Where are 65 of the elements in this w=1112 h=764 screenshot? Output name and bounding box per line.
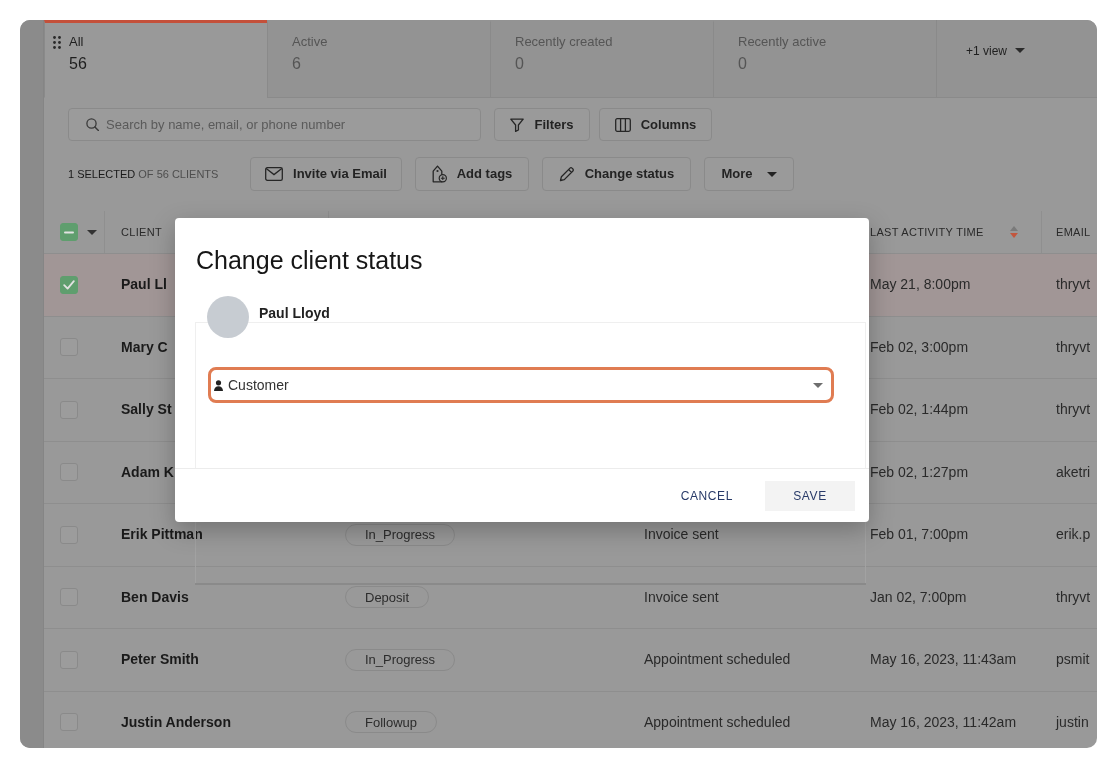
columns-icon [614,117,631,132]
table-row[interactable]: Peter Smith In_Progress Appointment scheduled May 16, 2023, 11:43am psmit [44,628,1097,691]
checkmark-icon [63,279,75,290]
table-cell-text: psmit [1056,650,1090,670]
selection-summary: 1 SELECTED OF 56 CLIENTS [68,166,220,182]
table-cell-text: Feb 02, 1:27pm [870,462,969,482]
change-status-button[interactable]: Change status [542,157,691,191]
table-cell-text: erik.p [1056,525,1091,545]
sort-icon[interactable] [1010,226,1018,238]
client-name[interactable]: Ben Davis [121,586,189,608]
column-header[interactable]: EMAIL [1056,223,1091,241]
client-name: Paul Lloyd [259,305,330,321]
columns-button[interactable]: Columns [599,108,712,141]
status-select[interactable]: Customer [208,367,834,403]
tag-plus-icon [431,165,447,183]
table-cell-text: Invoice sent [644,525,719,545]
caret-icon [766,171,777,177]
invite-email-button[interactable]: Invite via Email [250,157,402,191]
table-cell-text: May 16, 2023, 11:42am [870,712,1017,732]
client-name[interactable]: Adam K [121,461,174,483]
table-cell-text: Appointment scheduled [644,650,791,670]
table-cell-text: Feb 02, 1:44pm [870,400,969,420]
view-tab[interactable]: All 56 [44,20,267,98]
table-cell-text: Feb 01, 7:00pm [870,525,969,545]
more-button[interactable]: More [704,157,794,191]
funnel-icon [510,117,525,132]
table-cell-text: thryvt [1056,337,1091,357]
column-header[interactable]: LAST ACTIVITY TIME [870,223,984,241]
client-name[interactable]: Peter Smith [121,649,199,671]
dialog-title: Change client status [196,245,423,275]
person-icon [214,379,223,391]
caret-icon [1015,48,1026,53]
filters-button[interactable]: Filters [494,108,590,141]
client-name[interactable]: Paul Ll [121,274,167,296]
search-icon [86,118,99,131]
caret-icon[interactable] [87,229,97,235]
column-header[interactable]: CLIENT [121,223,162,241]
table-cell-text: Jan 02, 7:00pm [870,587,967,607]
table-cell-text: thryvt [1056,275,1091,295]
table-cell-text: May 21, 8:00pm [870,275,971,295]
client-name[interactable]: Justin Anderson [121,711,231,733]
row-checkbox[interactable] [60,275,78,294]
more-views-tab[interactable]: +1 view [936,20,1097,98]
search-field[interactable]: Search by name, email, or phone number [68,108,481,141]
table-cell-text: thryvt [1056,587,1091,607]
table-cell-text: justin [1056,712,1089,732]
table-row[interactable]: Justin Anderson Followup Appointment scheduled May 16, 2023, 11:42am justin [44,690,1097,748]
drag-handle-icon[interactable] [53,36,61,49]
table-cell-text: Feb 02, 3:00pm [870,337,969,357]
envelope-icon [265,167,284,181]
table-cell-text: Invoice sent [644,587,719,607]
avatar-placeholder [207,296,249,338]
pencil-icon [558,166,575,182]
add-tags-button[interactable]: Add tags [415,157,529,191]
table-cell-text: Appointment scheduled [644,712,791,732]
client-name[interactable]: Sally St [121,399,172,421]
client-name[interactable]: Mary C [121,336,168,358]
table-cell-text: aketri [1056,462,1091,482]
caret-icon [813,382,823,388]
select-all-checkbox[interactable] [60,223,78,241]
client-name[interactable]: Erik Pittman [121,524,203,546]
table-cell-text: May 16, 2023, 11:43am [870,650,1017,670]
save-button[interactable]: SAVE [765,480,855,511]
minus-icon [64,230,74,234]
table-cell-text: thryvt [1056,400,1091,420]
